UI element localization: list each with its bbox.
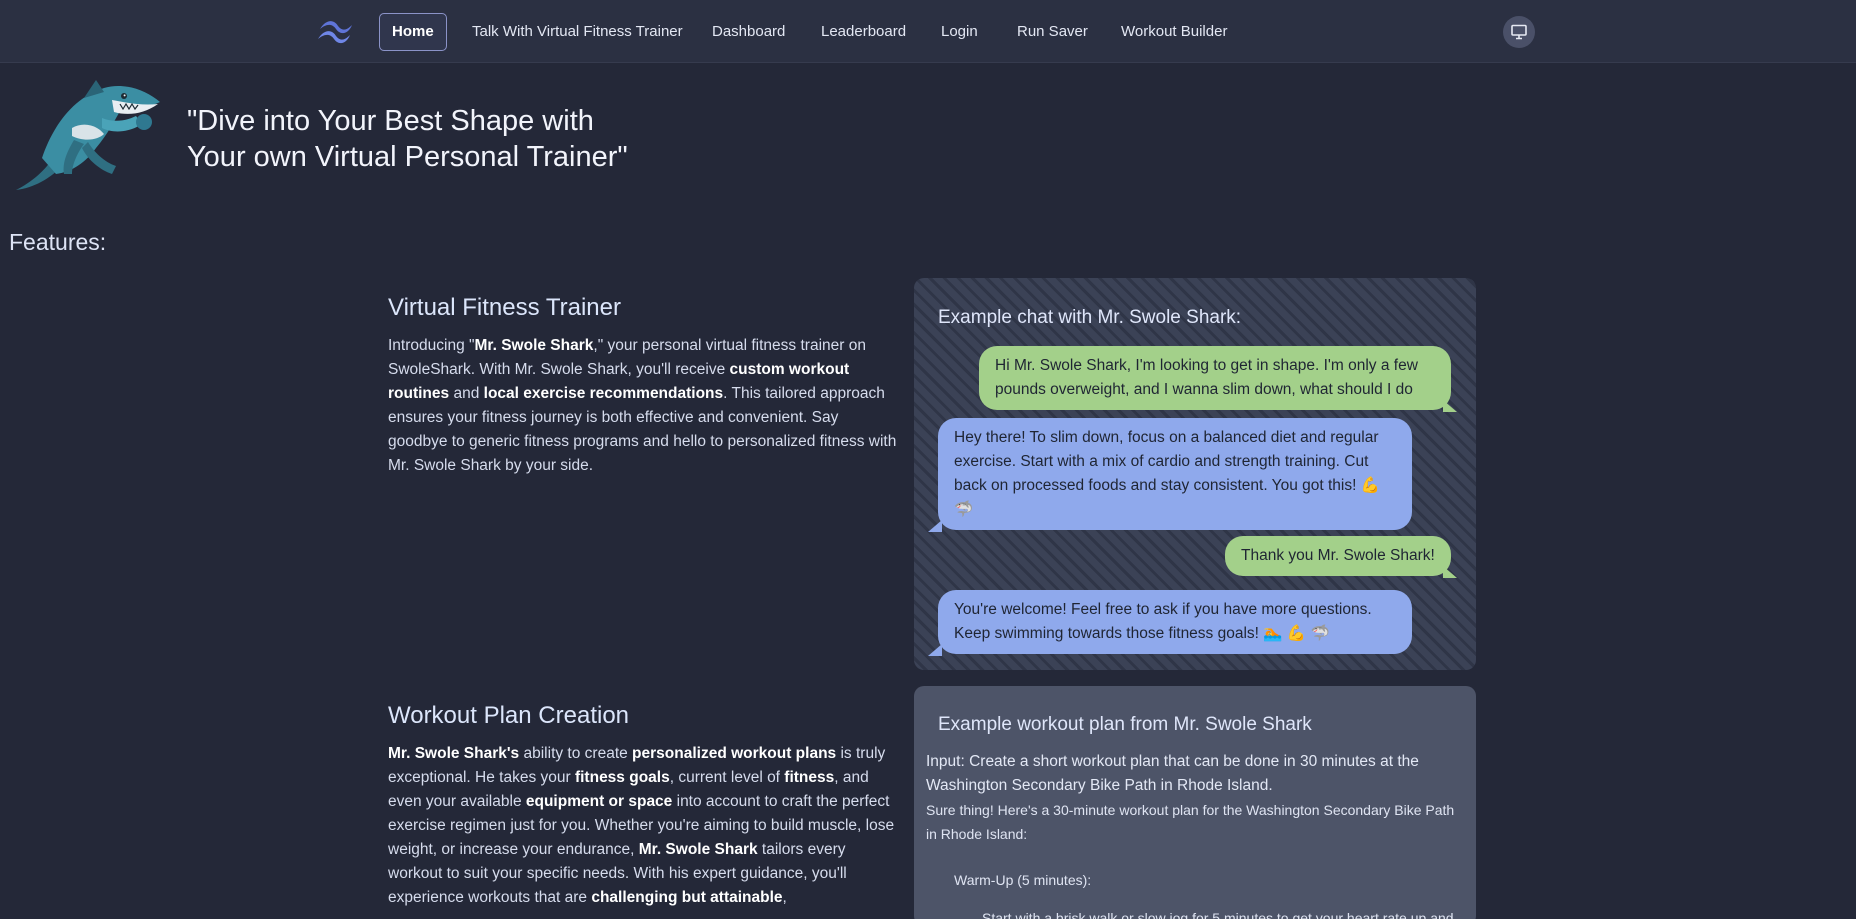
nav-run-saver[interactable]: Run Saver xyxy=(1004,13,1101,51)
features-heading: Features: xyxy=(9,229,107,255)
plan-warmup-heading: Warm-Up (5 minutes): xyxy=(954,872,1092,888)
plan-warmup-step: Start with a brisk walk or slow jog for … xyxy=(982,910,1454,919)
chat-message-user: Thank you Mr. Swole Shark! xyxy=(1225,536,1451,576)
example-chat-panel: Example chat with Mr. Swole Shark: Hi Mr… xyxy=(914,278,1476,670)
emphasis-text: fitness xyxy=(784,769,835,786)
example-workout-plan-panel: Example workout plan from Mr. Swole Shar… xyxy=(914,686,1476,919)
nav-leaderboard[interactable]: Leaderboard xyxy=(808,13,919,51)
plan-reply-intro: Sure thing! Here's a 30-minute workout p… xyxy=(926,802,1455,842)
body-text: Introducing " xyxy=(388,337,475,354)
chat-bubble-tail xyxy=(928,644,942,656)
nav-talk-with-trainer[interactable]: Talk With Virtual Fitness Trainer xyxy=(459,13,696,51)
emphasis-text: Mr. Swole Shark xyxy=(474,337,594,354)
shark-mascot xyxy=(16,80,160,190)
chat-panel-heading: Example chat with Mr. Swole Shark: xyxy=(938,307,1242,328)
monitor-icon[interactable] xyxy=(1503,16,1535,48)
chat-bubble-tail xyxy=(1443,400,1457,412)
emphasis-text: local exercise recommendations xyxy=(483,385,724,402)
body-text: ability to create xyxy=(519,745,633,762)
emphasis-text: challenging but attainable xyxy=(591,889,783,906)
nav-dashboard[interactable]: Dashboard xyxy=(699,13,798,51)
hero-title: "Dive into Your Best Shape with Your own… xyxy=(187,103,707,175)
emphasis-text: equipment or space xyxy=(525,793,673,810)
hero-title-line-2: Your own Virtual Personal Trainer" xyxy=(187,141,628,173)
nav-workout-builder[interactable]: Workout Builder xyxy=(1108,13,1240,51)
body-text: , xyxy=(782,889,787,906)
body-text: and xyxy=(449,385,484,402)
plan-input-prompt: Input: Create a short workout plan that … xyxy=(926,753,1419,794)
chat-message-bot: Hey there! To slim down, focus on a bala… xyxy=(938,418,1412,530)
chat-message-bot: You're welcome! Feel free to ask if you … xyxy=(938,590,1412,654)
emphasis-text: personalized workout plans xyxy=(632,745,837,762)
top-navbar: Home Talk With Virtual Fitness Trainer D… xyxy=(0,0,1856,63)
section-title-virtual-trainer: Virtual Fitness Trainer xyxy=(388,294,621,321)
emphasis-text: Mr. Swole Shark's xyxy=(388,745,520,762)
emphasis-text: fitness goals xyxy=(574,769,670,786)
chat-message-user: Hi Mr. Swole Shark, I'm looking to get i… xyxy=(979,346,1451,410)
emphasis-text: Mr. Swole Shark xyxy=(638,841,758,858)
plan-panel-heading: Example workout plan from Mr. Swole Shar… xyxy=(938,714,1312,735)
chat-bubble-tail xyxy=(1443,566,1457,578)
nav-home[interactable]: Home xyxy=(379,13,447,51)
body-text: , current level of xyxy=(669,769,785,786)
hero-title-line-1: "Dive into Your Best Shape with xyxy=(187,105,594,137)
section-body-virtual-trainer: Introducing "Mr. Swole Shark," your pers… xyxy=(388,334,900,478)
section-title-workout-plan: Workout Plan Creation xyxy=(388,702,630,729)
section-body-workout-plan: Mr. Swole Shark's ability to create pers… xyxy=(388,742,900,910)
tailwind-wave-icon[interactable] xyxy=(316,17,356,45)
nav-login[interactable]: Login xyxy=(928,13,991,51)
chat-bubble-tail xyxy=(928,520,942,532)
